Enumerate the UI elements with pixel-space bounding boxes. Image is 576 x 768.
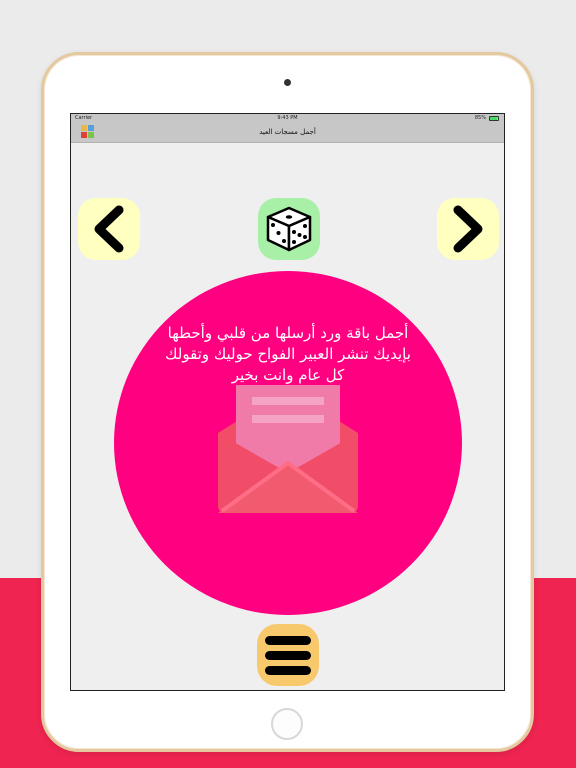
navigation-bar: أجمل مسجات العيد (71, 123, 504, 143)
message-card: أجمل باقة ورد أرسلها من قلبي وأحطها بإيد… (114, 271, 462, 615)
random-dice-button[interactable] (258, 198, 320, 260)
front-camera (284, 79, 291, 86)
app-screen: Carrier 9:43 PM 85% أجمل مسجات العيد أجم… (70, 113, 505, 691)
battery-fill (490, 117, 497, 120)
status-bar: Carrier 9:43 PM 85% (71, 114, 504, 123)
page-title: أجمل مسجات العيد (259, 128, 316, 136)
status-time: 9:43 PM (277, 115, 298, 121)
greeting-message: أجمل باقة ورد أرسلها من قلبي وأحطها بإيد… (165, 324, 411, 384)
battery-icon (489, 116, 499, 121)
chevron-right-icon (453, 205, 483, 253)
previous-button[interactable] (78, 198, 140, 260)
chevron-left-icon (94, 205, 124, 253)
hamburger-menu-icon (265, 635, 311, 645)
dice-icon (266, 206, 312, 252)
open-envelope-icon (218, 385, 358, 513)
home-button[interactable] (271, 708, 303, 740)
menu-button[interactable] (257, 624, 319, 686)
battery-percent: 85% (474, 115, 486, 121)
next-button[interactable] (437, 198, 499, 260)
